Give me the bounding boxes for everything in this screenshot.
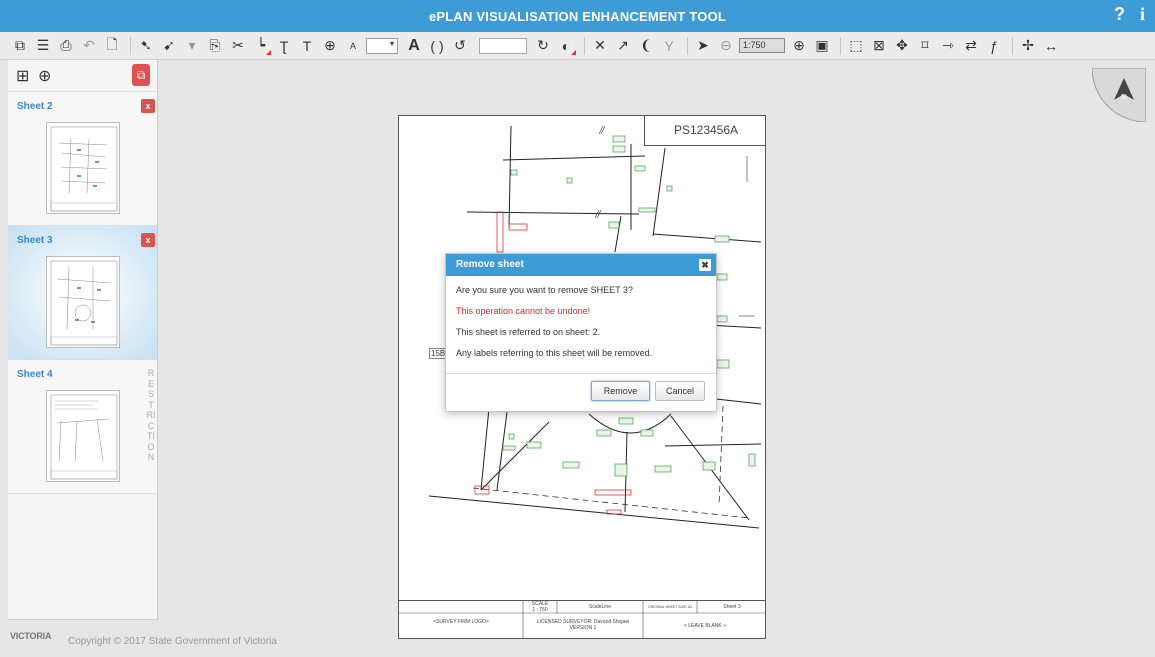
paste-icon[interactable]: ⎘ [205, 36, 225, 56]
connect-icon[interactable]: ⇾ [938, 36, 958, 56]
sheet-item-4[interactable]: Sheet 4 RESTRICTION [8, 360, 157, 494]
sheet-thumbnail [46, 256, 120, 348]
app-title: ePLAN VISUALISATION ENHANCEMENT TOOL [428, 9, 727, 24]
rotation-input[interactable] [479, 37, 527, 54]
sheet-name: Sheet 3 [17, 235, 53, 246]
confirm-question: Are you sure you want to remove SHEET 3? [456, 285, 633, 295]
curve-tool-icon[interactable]: ❨ [636, 36, 656, 56]
select-area-icon[interactable]: ⬚ [846, 36, 866, 56]
title-block: SCALE 1 : 750 ScaleLine ORIGINAL SHEET S… [399, 600, 765, 638]
reference-text: This sheet is referred to on sheet: 2. [456, 327, 601, 337]
select-pointer-icon[interactable]: ➷ [136, 36, 156, 56]
expand-horizontal-icon[interactable]: ↔ [1041, 36, 1061, 56]
version-label: VERSION 1 [569, 625, 597, 631]
cursor-icon[interactable]: ➤ [693, 36, 713, 56]
sheet-name: Sheet 4 [17, 369, 53, 380]
sheet-name: Sheet 2 [17, 101, 53, 112]
text-tool-icon[interactable]: T [297, 36, 317, 56]
select-dropdown-icon[interactable]: ▾ [182, 36, 202, 56]
insert-sheet-icon[interactable]: ⊕ [38, 66, 51, 86]
sheet-size-label: ORIGINAL SHEET SIZE: A3 [648, 605, 692, 609]
rotate-right-icon[interactable]: ↻ [533, 36, 553, 56]
sheet-thumbnail [46, 390, 120, 482]
cancel-button[interactable]: Cancel [655, 381, 705, 401]
sheet-panel-tools: ⊞ ⊕ ⧉ [8, 60, 157, 92]
save-sheet-icon[interactable]: ▣ [812, 36, 832, 56]
victoria-logo: VICTORIA [10, 631, 52, 641]
sheet-label: Sheet 3 [723, 604, 741, 610]
small-text-icon[interactable]: A [343, 36, 363, 56]
labels-note: Any labels referring to this sheet will … [456, 348, 653, 358]
split-tool-icon[interactable]: Y [659, 36, 679, 56]
zoom-out-icon[interactable]: ⊖ [716, 36, 736, 56]
search-label-icon[interactable]: ⊕ [320, 36, 340, 56]
undo-icon[interactable]: ↶ [79, 36, 99, 56]
info-icon[interactable]: i [1140, 4, 1145, 25]
sheet-panel: ⊞ ⊕ ⧉ Sheet 2 x Sheet 3 x Sheet 4 RESTRI… [8, 60, 158, 620]
copyright-text: Copyright © 2017 State Government of Vic… [68, 636, 277, 647]
toolbar-divider [1012, 36, 1013, 55]
cut-icon[interactable]: ✂ [228, 36, 248, 56]
sheet-item-2[interactable]: Sheet 2 x [8, 92, 157, 226]
add-sheet-icon[interactable]: ⊞ [16, 66, 29, 86]
new-document-icon[interactable]: 🗋 [102, 36, 122, 56]
fit-view-icon[interactable]: ⌑ [915, 36, 935, 56]
remove-button[interactable]: Remove [591, 381, 650, 401]
menu-icon[interactable]: ☰ [33, 36, 53, 56]
survey-firm-logo: <SURVEY FIRM LOGO> [433, 619, 489, 625]
remove-sheet-dialog: Remove sheet ✖ Are you sure you want to … [445, 253, 717, 412]
zoom-in-icon[interactable]: ⊕ [789, 36, 809, 56]
rotate-left-icon[interactable]: ↺ [450, 36, 470, 56]
arc-tool-icon[interactable]: ( ) [427, 36, 447, 56]
north-arrow: N [1091, 67, 1147, 123]
delete-line-icon[interactable]: ✕ [590, 36, 610, 56]
title-bar: ePLAN VISUALISATION ENHANCEMENT TOOL ? i [0, 0, 1155, 32]
restriction-badge: RESTRICTION [146, 368, 156, 462]
function-icon[interactable]: ƒ [984, 36, 1004, 56]
toolbar-divider [584, 36, 585, 55]
arrow-tool-icon[interactable]: ↗ [613, 36, 633, 56]
scale-value: 1 : 750 [532, 607, 548, 613]
plan-number: PS123456A [644, 116, 765, 146]
scale-line-label: ScaleLine [589, 604, 611, 610]
delete-sheet-button[interactable]: x [141, 233, 155, 247]
help-icon[interactable]: ? [1114, 4, 1125, 25]
print-icon[interactable]: ⎙ [56, 36, 76, 56]
layers-icon[interactable]: ⧉ [10, 36, 30, 56]
toolbar-divider [130, 36, 131, 55]
multi-select-icon[interactable]: ➹ [159, 36, 179, 56]
font-size-select[interactable]: ▾ [366, 37, 398, 54]
toolbar-divider [687, 36, 688, 55]
toolbar-divider [840, 36, 841, 55]
move-icon[interactable]: ✥ [892, 36, 912, 56]
pan-icon[interactable]: ✢ [1018, 36, 1038, 56]
swap-icon[interactable]: ⇄ [961, 36, 981, 56]
close-icon[interactable]: ✖ [699, 259, 711, 271]
dialog-title: Remove sheet [456, 259, 524, 270]
remove-selection-icon[interactable]: ⊠ [869, 36, 889, 56]
text-format-icon[interactable]: Ʈ [274, 36, 294, 56]
leave-blank-label: < LEAVE BLANK > [683, 623, 727, 629]
sheet-item-3[interactable]: Sheet 3 x [8, 226, 157, 360]
sheet-thumbnail [46, 122, 120, 214]
delete-sheet-button[interactable]: x [141, 99, 155, 113]
dialog-body: Are you sure you want to remove SHEET 3?… [446, 276, 716, 374]
large-text-icon[interactable]: A [404, 36, 424, 56]
north-label: N [1121, 94, 1127, 101]
dialog-footer: Remove Cancel [446, 374, 716, 412]
style-icon[interactable]: ◐ [556, 36, 576, 56]
toolbar: ⧉ ☰ ⎙ ↶ 🗋 ➷ ➹ ▾ ⎘ ✂ ┕ Ʈ T ⊕ A ▾ A ( ) ↺ … [0, 32, 1155, 60]
delete-sheets-icon[interactable]: ⧉ [132, 64, 150, 86]
scale-input[interactable]: 1:750 [739, 38, 785, 53]
warning-text: This operation cannot be undone! [456, 306, 591, 316]
dialog-header: Remove sheet ✖ [446, 254, 716, 276]
line-tool-icon[interactable]: ┕ [251, 36, 271, 56]
